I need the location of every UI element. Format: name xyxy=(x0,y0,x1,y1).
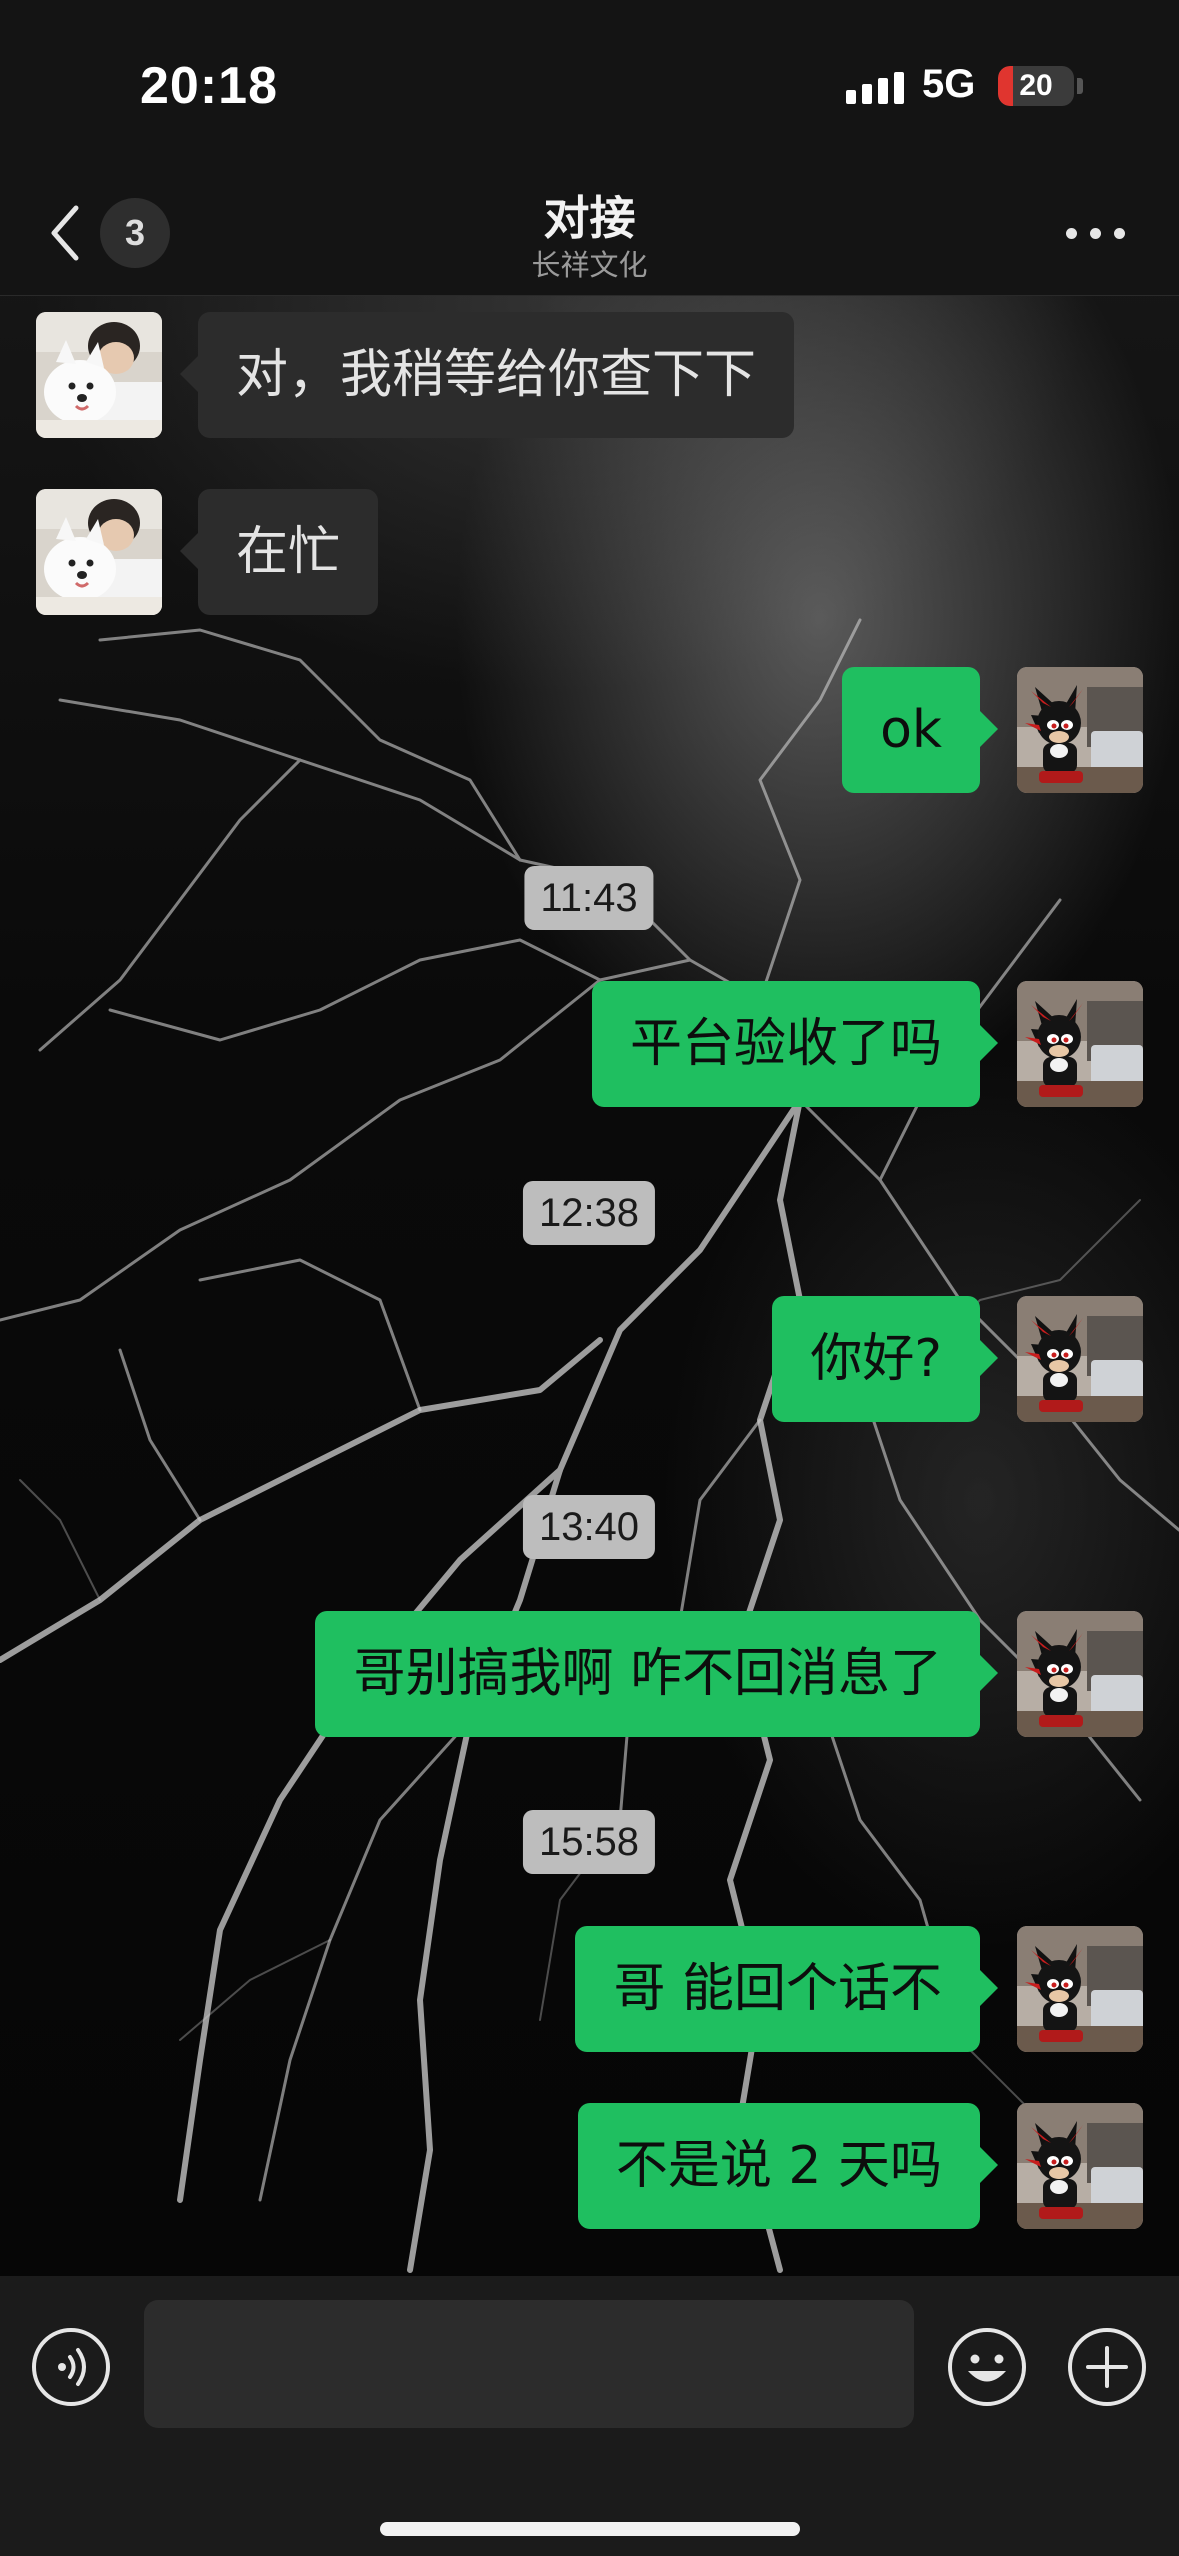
shadow-hedgehog-avatar-image xyxy=(1017,1611,1143,1737)
outgoing-message-bubble[interactable]: 不是说 2 天吗 xyxy=(577,2103,999,2229)
voice-icon[interactable] xyxy=(30,2326,112,2408)
dog-and-person-avatar[interactable] xyxy=(36,489,162,615)
status-bar: 20:18 5G 20 xyxy=(0,0,1179,170)
timestamp-label: 15:58 xyxy=(522,1810,656,1874)
more-options-button[interactable] xyxy=(1058,210,1134,254)
message-input[interactable] xyxy=(144,2300,914,2428)
signal-strength-icon xyxy=(846,72,904,104)
plus-icon[interactable] xyxy=(1066,2326,1148,2408)
shadow-hedgehog-avatar[interactable] xyxy=(1017,1926,1143,2052)
chat-subtitle: 长祥文化 xyxy=(531,248,648,282)
shadow-hedgehog-avatar[interactable] xyxy=(1017,981,1143,1107)
shadow-hedgehog-avatar[interactable] xyxy=(1017,1611,1143,1737)
more-dots-icon xyxy=(1066,228,1077,239)
dog-and-person-avatar-image xyxy=(36,312,162,438)
status-time: 20:18 xyxy=(140,57,278,115)
battery-level: 20 xyxy=(1019,69,1053,102)
chat-header: 对接 长祥文化 3 xyxy=(0,170,1179,296)
dog-and-person-avatar[interactable] xyxy=(36,312,162,438)
timestamp-label: 13:40 xyxy=(522,1495,656,1559)
chat-title: 对接 xyxy=(543,191,636,245)
timestamp-label: 11:43 xyxy=(524,866,654,930)
battery-icon: 20 xyxy=(998,66,1074,106)
network-type: 5G xyxy=(922,62,976,106)
outgoing-message-bubble[interactable]: 哥 能回个话不 xyxy=(575,1926,998,2052)
timestamp-label: 12:38 xyxy=(522,1181,656,1245)
outgoing-message-bubble[interactable]: 哥别搞我啊 咋不回消息了 xyxy=(315,1611,998,1737)
shadow-hedgehog-avatar-image xyxy=(1017,2103,1143,2229)
outgoing-message-bubble[interactable]: ok xyxy=(842,667,998,793)
battery-cap xyxy=(1077,78,1083,94)
dog-and-person-avatar-image xyxy=(36,489,162,615)
shadow-hedgehog-avatar-image xyxy=(1017,1296,1143,1422)
home-indicator xyxy=(380,2522,800,2536)
shadow-hedgehog-avatar[interactable] xyxy=(1017,2103,1143,2229)
shadow-hedgehog-avatar-image xyxy=(1017,667,1143,793)
outgoing-message-bubble[interactable]: 你好? xyxy=(772,1296,998,1422)
unread-count-badge: 3 xyxy=(100,198,170,268)
shadow-hedgehog-avatar-image xyxy=(1017,981,1143,1107)
shadow-hedgehog-avatar[interactable] xyxy=(1017,667,1143,793)
incoming-message-bubble[interactable]: 在忙 xyxy=(179,489,379,615)
incoming-message-bubble[interactable]: 对，我稍等给你查下下 xyxy=(179,312,795,438)
back-button[interactable]: 3 xyxy=(44,196,174,270)
input-bar xyxy=(0,2276,1179,2556)
shadow-hedgehog-avatar[interactable] xyxy=(1017,1296,1143,1422)
shadow-hedgehog-avatar-image xyxy=(1017,1926,1143,2052)
emoji-icon[interactable] xyxy=(946,2326,1028,2408)
outgoing-message-bubble[interactable]: 平台验收了吗 xyxy=(591,981,999,1107)
chevron-left-icon xyxy=(51,205,79,261)
